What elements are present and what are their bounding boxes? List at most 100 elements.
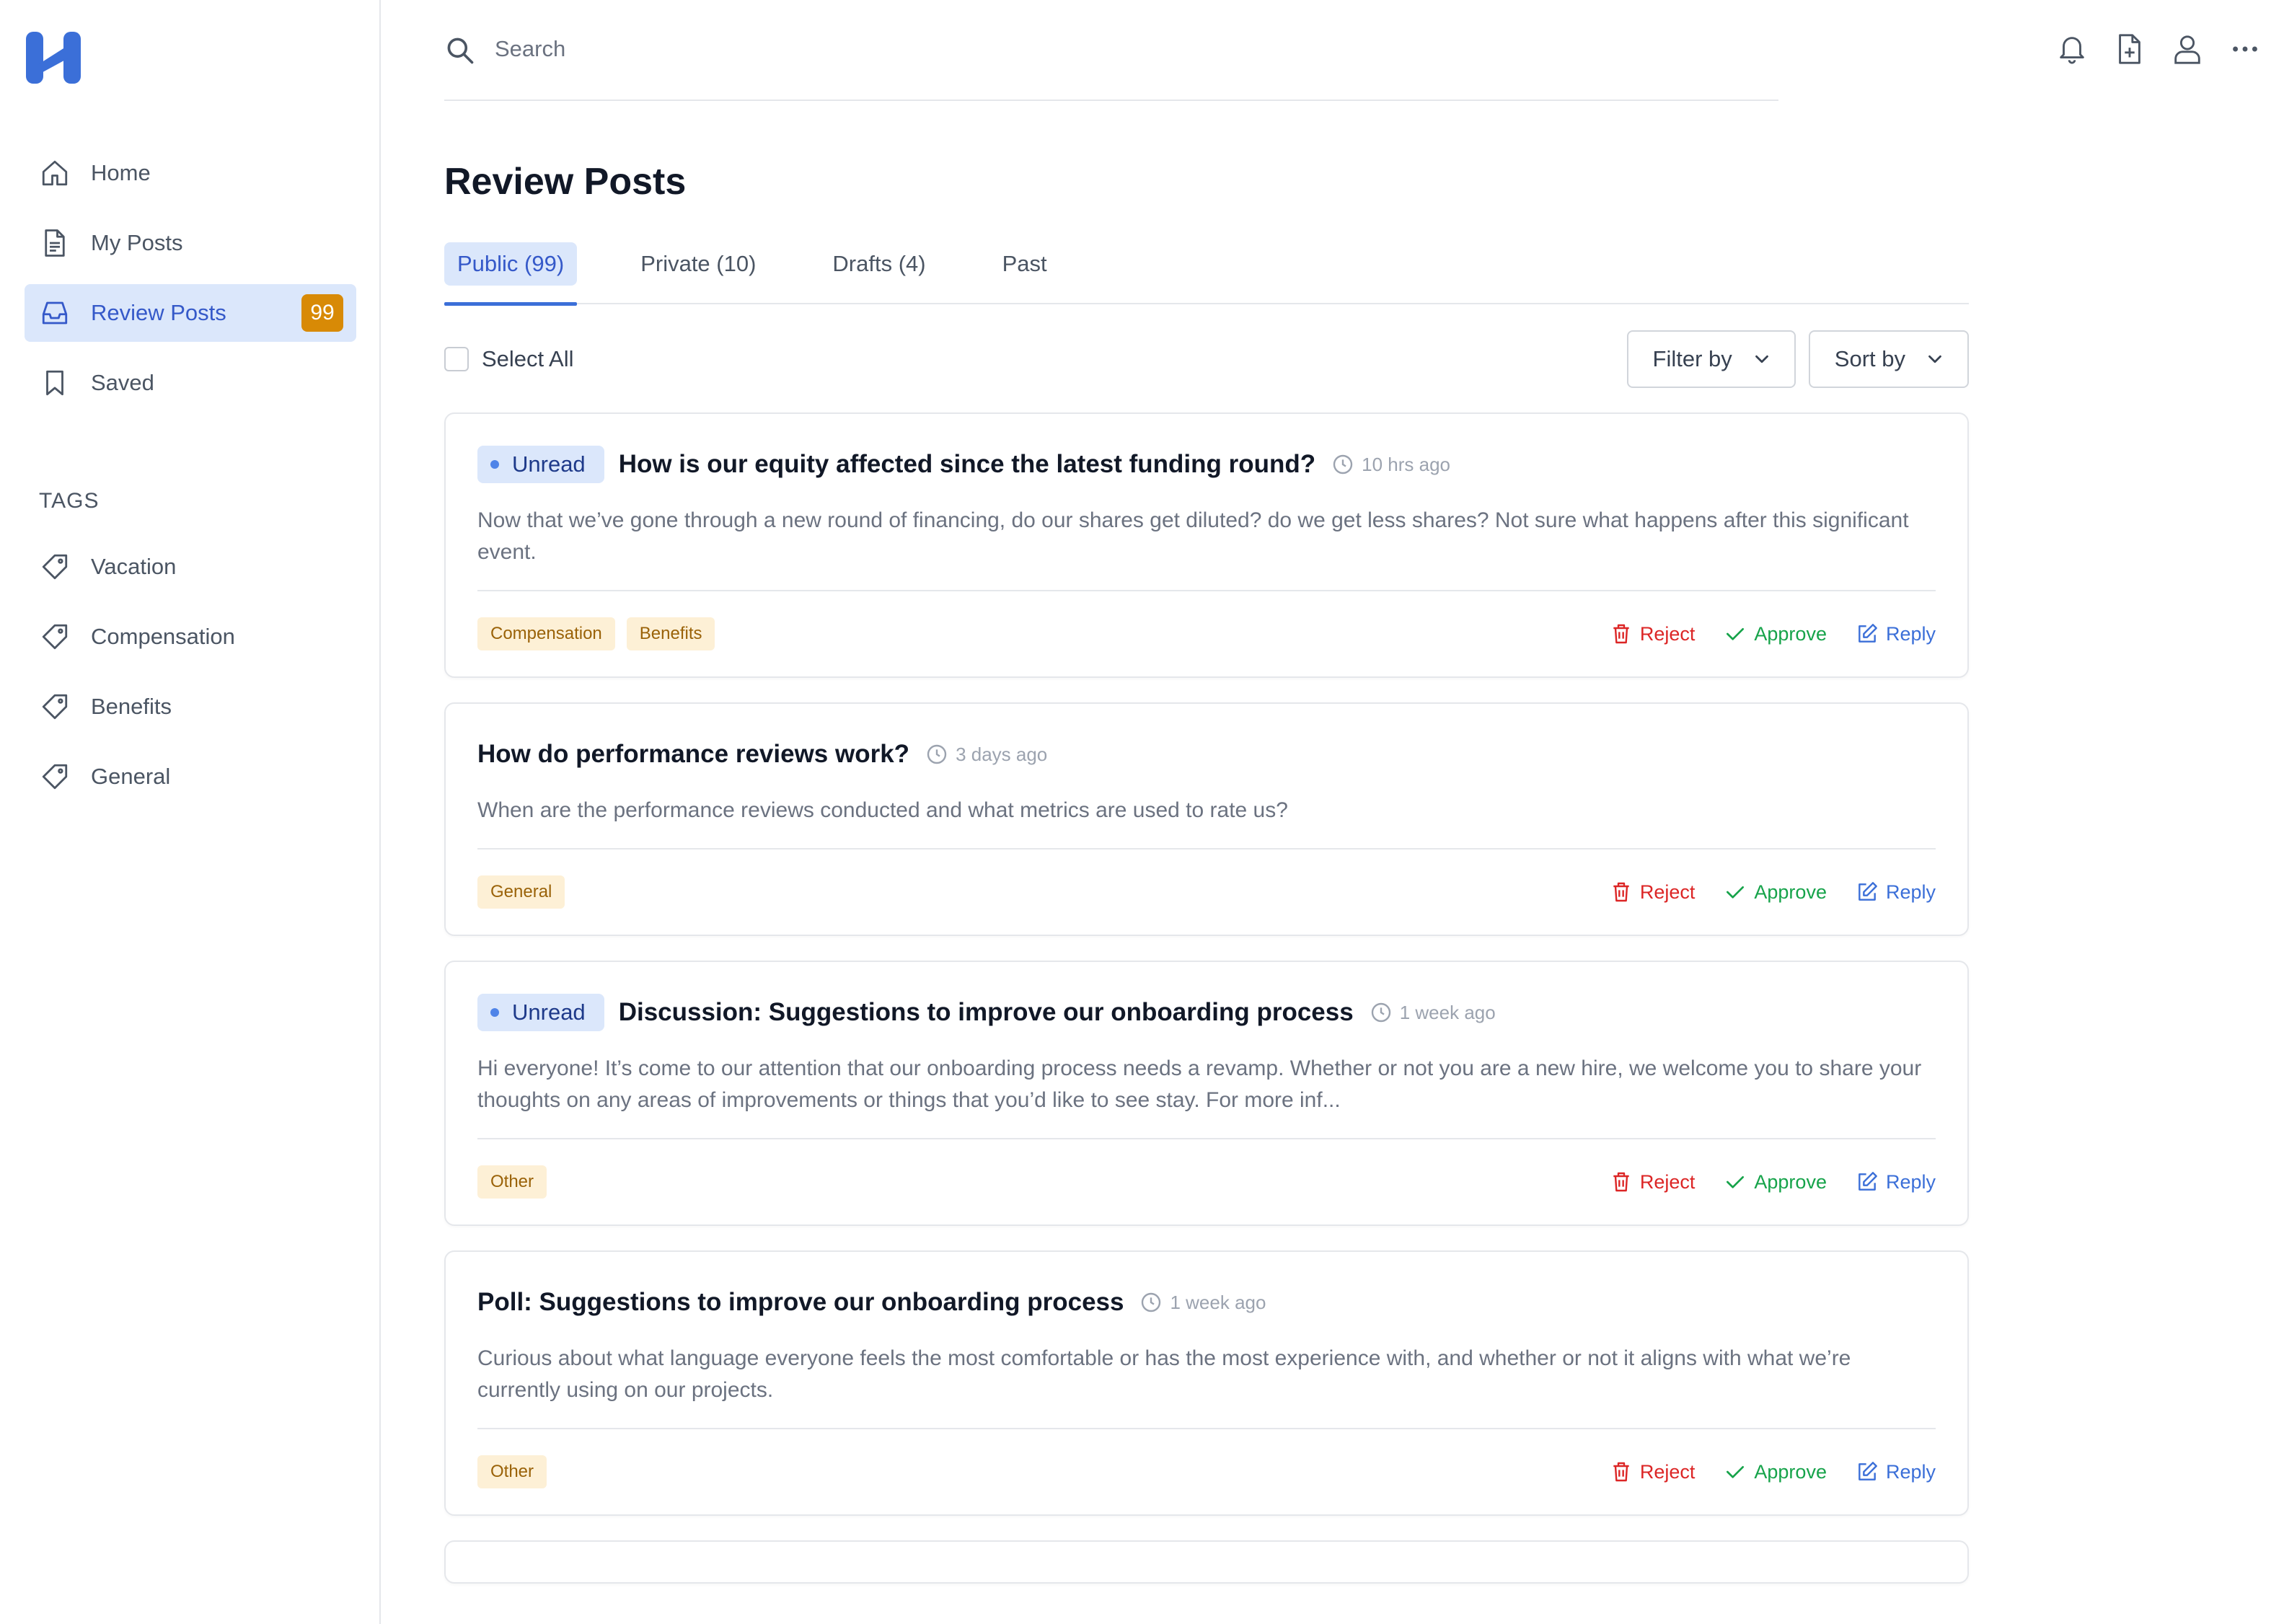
edit-icon (1858, 1462, 1877, 1480)
tag-icon (39, 761, 71, 793)
post-card[interactable] (444, 1540, 1969, 1584)
post-footer: General Reject Approve Reply (477, 849, 1936, 935)
search-bar (444, 27, 1778, 101)
more-icon[interactable] (2228, 32, 2262, 66)
tab-label: Past (1002, 251, 1047, 276)
sort-by-dropdown[interactable]: Sort by (1808, 330, 1969, 388)
approve-button[interactable]: Approve (1724, 881, 1827, 904)
home-icon (39, 157, 71, 189)
post-time: 10 hrs ago (1331, 453, 1450, 476)
sort-by-label: Sort by (1834, 346, 1905, 371)
tab-bar: Public (99) Private (10) Drafts (4) Past (444, 242, 1969, 306)
tab-label: Public (99) (444, 242, 578, 286)
chevron-down-icon (1928, 355, 1941, 363)
sidebar-tag-vacation[interactable]: Vacation (25, 538, 356, 596)
sidebar-item-label: Home (91, 160, 151, 185)
approve-button[interactable]: Approve (1724, 622, 1827, 645)
select-all-checkbox[interactable] (444, 347, 469, 371)
top-actions (2055, 32, 2262, 66)
sidebar-item-label: Review Posts (91, 300, 226, 325)
user-icon[interactable] (2170, 32, 2205, 66)
reply-button[interactable]: Reply (1856, 1170, 1936, 1193)
post-card[interactable]: How do performance reviews work? 3 days … (444, 702, 1969, 936)
tag-chip[interactable]: Benefits (626, 617, 715, 650)
page-title: Review Posts (444, 161, 687, 203)
search-input[interactable] (495, 36, 1649, 62)
dropdown-group: Filter by Sort by (1626, 330, 1969, 388)
sidebar-nav: Home My Posts Review Posts 99 Saved (25, 144, 356, 424)
reply-button[interactable]: Reply (1856, 1460, 1936, 1483)
post-body: Now that we’ve gone through a new round … (477, 505, 1936, 591)
post-title[interactable]: How is our equity affected since the lat… (619, 450, 1315, 479)
sidebar-item-my-posts[interactable]: My Posts (25, 214, 356, 272)
unread-dot (490, 460, 499, 469)
tab-past[interactable]: Past (989, 242, 1060, 304)
sidebar-item-home[interactable]: Home (25, 144, 356, 202)
logo-h-icon[interactable] (25, 30, 82, 85)
clock-icon (1142, 1292, 1161, 1312)
check-icon (1727, 1176, 1745, 1188)
post-footer: Compensation Benefits Reject Approve Rep… (477, 591, 1936, 676)
reply-button[interactable]: Reply (1856, 881, 1936, 904)
select-all[interactable]: Select All (444, 346, 574, 372)
reject-button[interactable]: Reject (1610, 881, 1696, 904)
tab-public[interactable]: Public (99) (444, 242, 578, 306)
approve-label: Approve (1754, 1170, 1827, 1193)
sidebar-tag-benefits[interactable]: Benefits (25, 678, 356, 736)
post-time: 3 days ago (925, 743, 1047, 766)
list-toolbar: Select All Filter by Sort by (444, 330, 1969, 388)
reject-label: Reject (1639, 622, 1696, 645)
document-icon (39, 227, 71, 259)
sidebar-tag-compensation[interactable]: Compensation (25, 608, 356, 666)
trash-icon (1613, 882, 1629, 902)
post-header: Unread How is our equity affected since … (477, 446, 1936, 483)
reply-label: Reply (1885, 622, 1936, 645)
reply-label: Reply (1885, 881, 1936, 903)
post-body: Curious about what language everyone fee… (477, 1343, 1936, 1429)
post-title[interactable]: How do performance reviews work? (477, 740, 909, 769)
tag-chip[interactable]: Other (477, 1165, 547, 1199)
check-icon (1727, 886, 1745, 899)
approve-label: Approve (1754, 622, 1827, 645)
approve-label: Approve (1754, 881, 1827, 903)
tag-chip[interactable]: Other (477, 1455, 547, 1488)
post-card[interactable]: Unread How is our equity affected since … (444, 412, 1969, 678)
clock-icon (1333, 454, 1353, 475)
post-list: Unread How is our equity affected since … (444, 412, 1969, 1608)
trash-icon (1613, 1462, 1629, 1482)
sidebar: Home My Posts Review Posts 99 Saved TAGS… (0, 0, 381, 1624)
post-card[interactable]: Unread Discussion: Suggestions to improv… (444, 961, 1969, 1226)
reply-label: Reply (1885, 1170, 1936, 1193)
search-icon[interactable] (444, 35, 476, 66)
post-time: 1 week ago (1139, 1291, 1266, 1314)
post-title[interactable]: Poll: Suggestions to improve our onboard… (477, 1288, 1124, 1317)
tab-drafts[interactable]: Drafts (4) (819, 242, 938, 304)
bell-icon[interactable] (2055, 32, 2089, 66)
tab-private[interactable]: Private (10) (627, 242, 769, 304)
reject-button[interactable]: Reject (1610, 1170, 1695, 1193)
new-document-icon[interactable] (2112, 32, 2147, 66)
tag-chip[interactable]: General (477, 875, 565, 909)
tag-label: Vacation (91, 554, 177, 579)
unread-label: Unread (512, 451, 586, 477)
tag-chip[interactable]: Compensation (477, 617, 615, 650)
reject-button[interactable]: Reject (1610, 622, 1696, 645)
sidebar-tag-general[interactable]: General (25, 748, 356, 806)
post-header: Unread Discussion: Suggestions to improv… (477, 994, 1936, 1031)
post-card[interactable]: Poll: Suggestions to improve our onboard… (444, 1250, 1969, 1516)
sidebar-item-saved[interactable]: Saved (25, 354, 356, 412)
trash-icon (1613, 1172, 1629, 1192)
unread-badge: Unread (477, 994, 604, 1031)
filter-by-dropdown[interactable]: Filter by (1626, 330, 1796, 388)
tag-icon (39, 691, 71, 723)
reject-button[interactable]: Reject (1610, 1460, 1696, 1483)
trash-icon (1613, 624, 1629, 644)
post-title[interactable]: Discussion: Suggestions to improve our o… (619, 998, 1354, 1027)
approve-button[interactable]: Approve (1724, 1170, 1827, 1193)
approve-button[interactable]: Approve (1724, 1460, 1827, 1483)
sidebar-item-review-posts[interactable]: Review Posts 99 (25, 284, 356, 342)
reply-button[interactable]: Reply (1856, 622, 1936, 645)
reject-label: Reject (1639, 1460, 1696, 1483)
bookmark-icon (39, 367, 71, 399)
reject-label: Reject (1639, 881, 1696, 903)
